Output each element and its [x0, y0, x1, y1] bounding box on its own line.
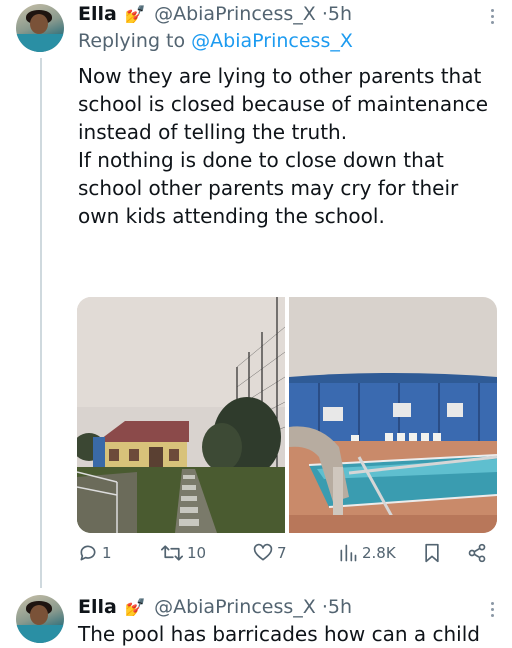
swimming-pool-photo[interactable]	[289, 297, 497, 533]
nail-polish-emoji: 💅	[124, 598, 147, 618]
more-options-icon[interactable]	[491, 599, 494, 620]
avatar[interactable]	[16, 4, 64, 52]
replying-to-handle[interactable]: @AbiaPrincess_X	[191, 30, 353, 52]
more-options-icon[interactable]	[491, 6, 494, 27]
reply-count: 1	[102, 544, 112, 562]
avatar-pool-background	[16, 625, 64, 643]
views-chart-icon	[340, 544, 357, 562]
tweet-time[interactable]: 5h	[328, 3, 352, 25]
views-count: 2.8K	[362, 544, 396, 562]
author-handle[interactable]: @AbiaPrincess_X	[154, 3, 316, 25]
tweet-text: The pool has barricades how can a child	[78, 620, 498, 648]
reply-icon	[80, 545, 96, 561]
avatar-face	[30, 14, 48, 34]
tweet-text: Now they are lying to other parents that…	[78, 62, 498, 230]
school-building-photo[interactable]	[77, 297, 285, 533]
author-name[interactable]: Ella	[78, 596, 117, 618]
tweet-header: Ella 💅 @AbiaPrincess_X ·5h	[78, 2, 352, 27]
thread-connector-line	[40, 58, 42, 588]
avatar-face	[30, 605, 48, 625]
like-count: 7	[277, 544, 287, 562]
nail-polish-emoji: 💅	[124, 5, 147, 25]
like-button[interactable]: 7	[253, 543, 287, 563]
replying-to: Replying to @AbiaPrincess_X	[78, 30, 353, 52]
replying-to-label: Replying to	[78, 30, 186, 52]
retweet-count: 10	[187, 544, 207, 562]
heart-icon	[253, 543, 273, 561]
avatar-pool-background	[16, 34, 64, 52]
tweet-header: Ella 💅 @AbiaPrincess_X ·5h	[78, 595, 352, 620]
media-grid	[77, 297, 497, 533]
retweet-button[interactable]: 10	[161, 543, 206, 563]
author-handle[interactable]: @AbiaPrincess_X	[154, 596, 316, 618]
bookmark-icon	[425, 543, 439, 563]
share-button[interactable]	[467, 543, 487, 563]
tweet-actions: 1 10 7 2.8K	[78, 543, 498, 571]
share-icon	[468, 543, 486, 563]
avatar[interactable]	[16, 595, 64, 643]
author-name[interactable]: Ella	[78, 3, 117, 25]
tweet-time[interactable]: 5h	[328, 596, 352, 618]
tweet-text-line: If nothing is done to close down that sc…	[78, 148, 459, 228]
bookmark-button[interactable]	[423, 543, 441, 563]
tweet-text-line: Now they are lying to other parents that…	[78, 64, 489, 144]
tweet-text-line: The pool has barricades how can a child	[78, 622, 480, 646]
reply-button[interactable]: 1	[78, 543, 112, 563]
views-button[interactable]: 2.8K	[338, 543, 396, 563]
retweet-icon	[161, 545, 183, 561]
